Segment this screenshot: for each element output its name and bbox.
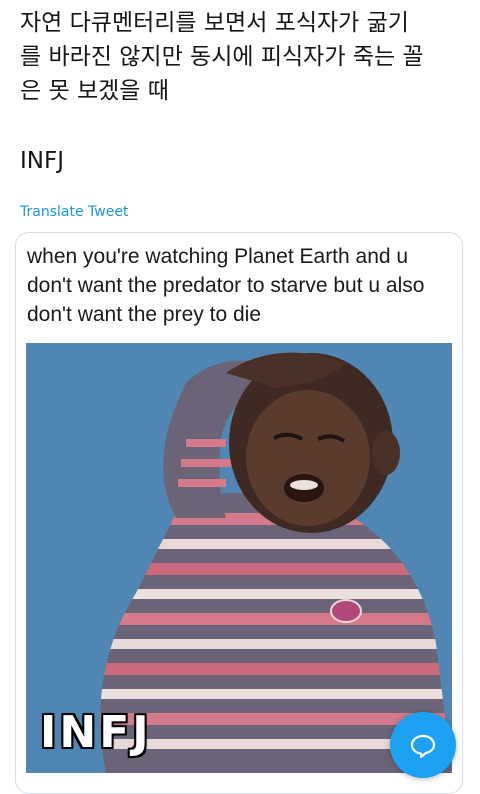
quoted-tweet-card[interactable]: when you're watching Planet Earth and u … [15, 232, 463, 794]
translate-tweet-link[interactable]: Translate Tweet [20, 202, 128, 222]
quoted-tweet-caption: when you're watching Planet Earth and u … [27, 245, 425, 326]
tweet-tag: INFJ [20, 148, 65, 174]
meme-image[interactable]: INFJ [26, 343, 452, 773]
reply-fab-button[interactable] [390, 712, 456, 778]
tweet-text: 자연 다큐멘터리를 보면서 포식자가 굶기 를 바라진 않지만 동시에 피식자가… [20, 10, 424, 104]
meme-overlay-text: INFJ [40, 707, 152, 758]
speech-bubble-icon [410, 734, 436, 758]
